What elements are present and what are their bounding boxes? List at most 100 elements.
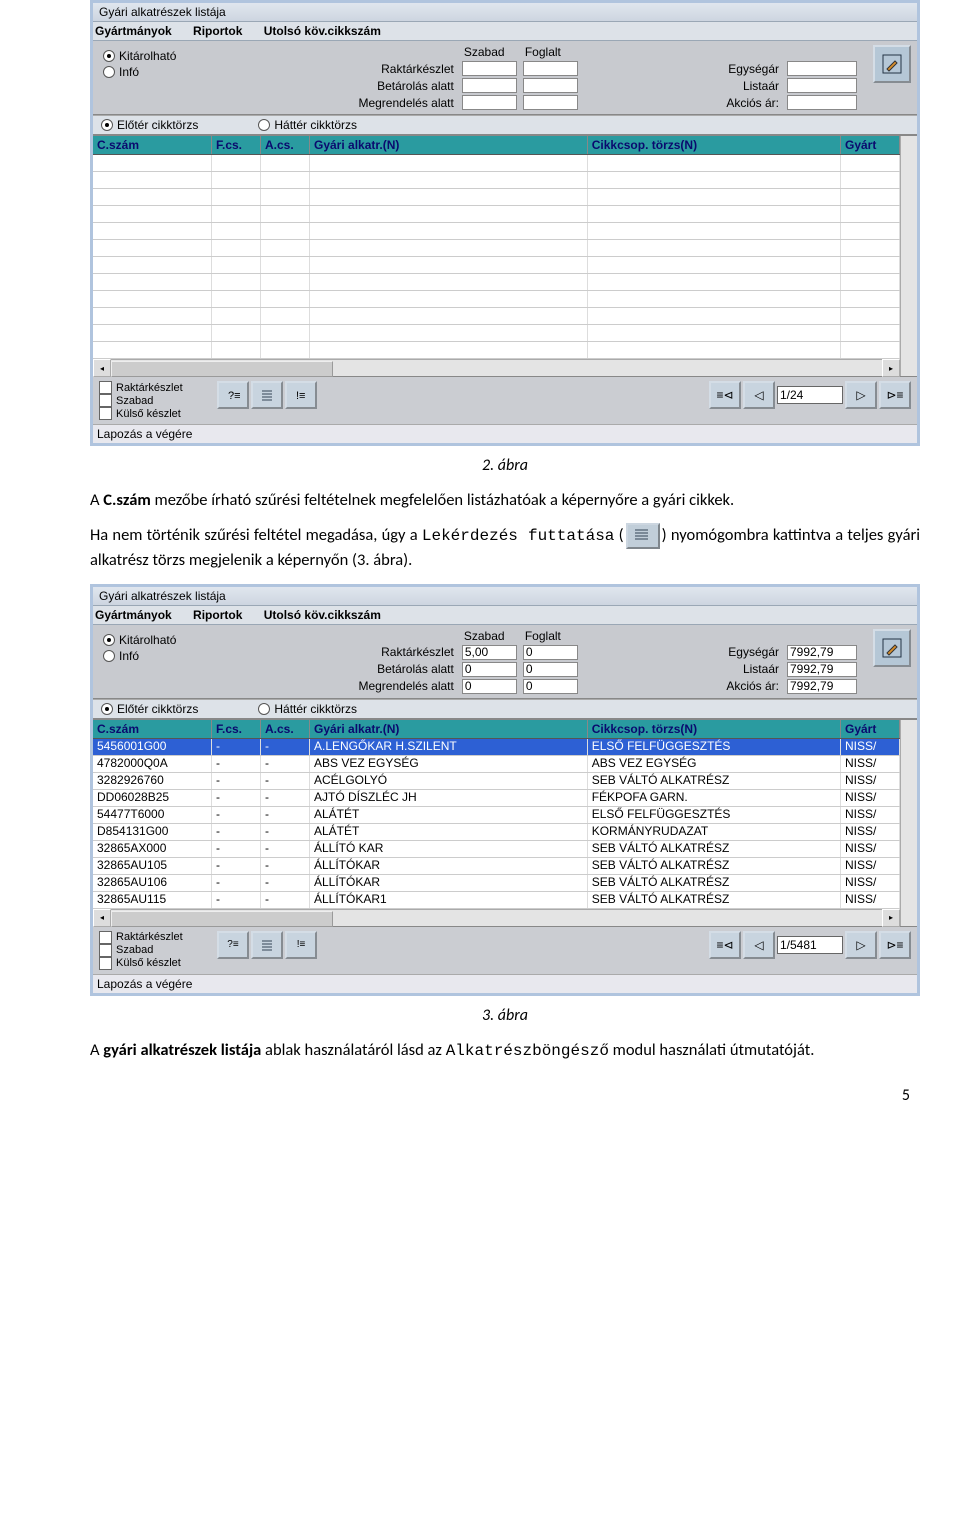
edit-button[interactable] [873,629,911,667]
input-meg-foglalt[interactable] [523,679,578,694]
radio-info[interactable]: Infó [103,649,198,663]
col-acs[interactable]: A.cs. [261,720,310,738]
last-page-button[interactable]: ⊳≡ [879,381,911,409]
col-fcs[interactable]: F.cs. [212,720,261,738]
chk-kulso[interactable]: Külső készlet [99,407,209,420]
table-row-empty [93,342,900,359]
help-button[interactable]: ?≡ [217,931,249,959]
first-page-button[interactable]: ≡⊲ [709,931,741,959]
col-gyart[interactable]: Gyárt [841,136,900,154]
input-egysegar[interactable] [787,645,857,660]
menu-item[interactable]: Gyártmányok [95,24,172,38]
col-cszam[interactable]: C.szám [93,136,212,154]
prev-page-button[interactable]: ◁ [743,381,775,409]
chk-raktarkeszlet[interactable]: Raktárkészlet [99,381,209,394]
table-row[interactable]: 5456001G00--A.LENGŐKAR H.SZILENTELSŐ FEL… [93,739,900,756]
table-row[interactable]: 32865AU115--ÁLLÍTÓKAR1SEB VÁLTÓ ALKATRÉS… [93,892,900,909]
menu-item[interactable]: Utolsó köv.cikkszám [264,24,381,38]
radio-kitarolhato[interactable]: Kitárolható [103,633,198,647]
tab-eloter[interactable]: Előtér cikktörzs [101,702,198,716]
vertical-scrollbar[interactable] [900,136,917,376]
prev-page-button[interactable]: ◁ [743,931,775,959]
col-gyari[interactable]: Gyári alkatr.(N) [310,720,588,738]
chk-szabad[interactable]: Szabad [99,394,209,407]
table-cell: - [261,739,310,755]
input-meg-szabad[interactable] [462,679,517,694]
input-meg-szabad[interactable] [462,95,517,110]
col-cikkcsop[interactable]: Cikkcsop. törzs(N) [588,136,841,154]
input-bet-szabad[interactable] [462,78,517,93]
input-listaar[interactable] [787,662,857,677]
col-gyari[interactable]: Gyári alkatr.(N) [310,136,588,154]
menu-item[interactable]: Riportok [193,608,242,622]
chk-raktarkeszlet[interactable]: Raktárkészlet [99,931,209,944]
table-row[interactable]: D854131G00--ALÁTÉTKORMÁNYRUDAZATNISS/ [93,824,900,841]
edit-button[interactable] [873,45,911,83]
scroll-right-icon[interactable]: ▸ [882,909,900,927]
input-rk-foglalt[interactable] [523,61,578,76]
chk-szabad[interactable]: Szabad [99,944,209,957]
input-rk-szabad[interactable] [462,61,517,76]
chk-kulso[interactable]: Külső készlet [99,957,209,970]
first-page-button[interactable]: ≡⊲ [709,381,741,409]
input-bet-szabad[interactable] [462,662,517,677]
run-query-button[interactable] [251,381,283,409]
input-akcios[interactable] [787,95,857,110]
col-gyart[interactable]: Gyárt [841,720,900,738]
radio-icon [101,119,113,131]
table-row[interactable]: 3282926760--ACÉLGOLYÓSEB VÁLTÓ ALKATRÉSZ… [93,773,900,790]
tab-eloter[interactable]: Előtér cikktörzs [101,118,198,132]
table-row[interactable]: 32865AX000--ÁLLÍTÓ KARSEB VÁLTÓ ALKATRÉS… [93,841,900,858]
menu-item[interactable]: Utolsó köv.cikkszám [264,608,381,622]
input-listaar[interactable] [787,78,857,93]
table-row[interactable]: 4782000Q0A--ABS VEZ EGYSÉGABS VEZ EGYSÉG… [93,756,900,773]
input-akcios[interactable] [787,679,857,694]
input-egysegar[interactable] [787,61,857,76]
label-raktarkeszlet: Raktárkészlet [216,645,456,659]
menu-item[interactable]: Riportok [193,24,242,38]
table-cell: SEB VÁLTÓ ALKATRÉSZ [588,773,841,789]
label-foglalt: Foglalt [523,629,578,643]
page-indicator[interactable] [777,386,843,404]
input-bet-foglalt[interactable] [523,662,578,677]
label-betarolas: Betárolás alatt [216,79,456,93]
col-fcs[interactable]: F.cs. [212,136,261,154]
table-row[interactable]: 32865AU105--ÁLLÍTÓKARSEB VÁLTÓ ALKATRÉSZ… [93,858,900,875]
col-acs[interactable]: A.cs. [261,136,310,154]
scroll-left-icon[interactable]: ◂ [93,909,111,927]
list-alt-button[interactable]: !≡ [285,931,317,959]
parts-table: C.szám F.cs. A.cs. Gyári alkatr.(N) Cikk… [93,135,917,376]
label-betarolas: Betárolás alatt [216,662,456,676]
tab-hatter[interactable]: Háttér cikktörzs [258,118,357,132]
table-row-empty [93,325,900,342]
table-cell: NISS/ [841,807,900,823]
radio-kitarolhato[interactable]: Kitárolható [103,49,198,63]
page-indicator[interactable] [777,936,843,954]
vertical-scrollbar[interactable] [900,720,917,926]
last-page-button[interactable]: ⊳≡ [879,931,911,959]
table-row[interactable]: 32865AU106--ÁLLÍTÓKARSEB VÁLTÓ ALKATRÉSZ… [93,875,900,892]
label-megrendeles: Megrendelés alatt [216,96,456,110]
col-cszam[interactable]: C.szám [93,720,212,738]
radio-info[interactable]: Infó [103,65,198,79]
menu-item[interactable]: Gyártmányok [95,608,172,622]
table-row[interactable]: DD06028B25--AJTÓ DÍSZLÉC JHFÉKPOFA GARN.… [93,790,900,807]
scroll-right-icon[interactable]: ▸ [882,359,900,377]
input-meg-foglalt[interactable] [523,95,578,110]
horizontal-scrollbar[interactable]: ◂ ▸ [93,359,900,376]
list-alt-button[interactable]: !≡ [285,381,317,409]
table-cell: DD06028B25 [93,790,212,806]
scroll-left-icon[interactable]: ◂ [93,359,111,377]
col-cikkcsop[interactable]: Cikkcsop. törzs(N) [588,720,841,738]
horizontal-scrollbar[interactable]: ◂ ▸ [93,909,900,926]
input-bet-foglalt[interactable] [523,78,578,93]
next-page-button[interactable]: ▷ [845,931,877,959]
help-button[interactable]: ?≡ [217,381,249,409]
input-rk-szabad[interactable] [462,645,517,660]
tab-hatter[interactable]: Háttér cikktörzs [258,702,357,716]
next-page-button[interactable]: ▷ [845,381,877,409]
input-rk-foglalt[interactable] [523,645,578,660]
run-query-button[interactable] [251,931,283,959]
table-row[interactable]: 54477T6000--ALÁTÉTELSŐ FELFÜGGESZTÉSNISS… [93,807,900,824]
table-cell: NISS/ [841,824,900,840]
